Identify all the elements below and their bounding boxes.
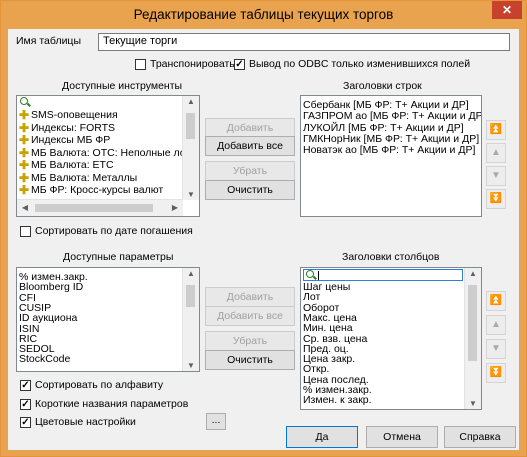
- list-item[interactable]: ✚ Индексы МБ ФР: [19, 134, 110, 147]
- title-bar[interactable]: Редактирование таблицы текущих торгов ✕: [1, 1, 526, 29]
- short-names-checkbox[interactable]: ✓: [20, 399, 31, 410]
- search-icon: [306, 270, 314, 278]
- row-headers-list[interactable]: Сбербанк [МБ ФР: Т+ Акции и ДР] ГАЗПРОМ а…: [300, 95, 482, 217]
- add-all-button[interactable]: Добавить все: [205, 136, 295, 156]
- scroll-down-icon[interactable]: ▼: [183, 361, 199, 370]
- color-settings-checkbox[interactable]: ✓: [20, 417, 31, 428]
- move-top-icon[interactable]: ⏫: [486, 120, 506, 140]
- scroll-up-icon[interactable]: ▲: [183, 269, 199, 278]
- col-move-bottom-icon[interactable]: ⏬: [486, 363, 506, 383]
- move-up-icon[interactable]: ▲: [486, 143, 506, 163]
- scroll-up-icon[interactable]: ▲: [183, 97, 199, 106]
- list-item-label: МБ Валюта: Металлы: [31, 171, 138, 184]
- list-item-label: Индексы: FORTS: [31, 121, 116, 134]
- add-button[interactable]: Добавить: [205, 118, 295, 138]
- list-item[interactable]: ✚ МБ ФР: Кросс-курсы валют: [19, 184, 163, 197]
- text-caret: [318, 271, 319, 280]
- scroll-right-icon[interactable]: ▶: [167, 203, 183, 212]
- scroll-down-icon[interactable]: ▼: [465, 399, 481, 408]
- col-move-up-icon[interactable]: ▲: [486, 315, 506, 335]
- close-icon[interactable]: ✕: [492, 1, 522, 19]
- table-name-label: Имя таблицы: [16, 35, 81, 47]
- color-settings-label: Цветовые настройки: [35, 416, 136, 428]
- search-icon: [20, 97, 28, 105]
- scroll-left-icon[interactable]: ◀: [17, 203, 33, 212]
- sort-by-date-label: Сортировать по дате погашения: [35, 225, 193, 237]
- remove-button-2[interactable]: Убрать: [205, 331, 295, 351]
- list-item[interactable]: ✚ МБ Валюта: ETC: [19, 159, 114, 172]
- list-item-label: ЛУКОЙЛ [МБ ФР: Т+ Акции и ДР]: [303, 121, 464, 134]
- list-item[interactable]: Новатэк ао [МБ ФР: Т+ Акции и ДР]: [303, 144, 475, 157]
- remove-button[interactable]: Убрать: [205, 161, 295, 181]
- list-item-label: SMS-оповещения: [31, 109, 118, 121]
- row-headers-label: Заголовки строк: [343, 80, 422, 92]
- col-move-top-icon[interactable]: ⏫: [486, 291, 506, 311]
- col-move-down-icon[interactable]: ▼: [486, 339, 506, 359]
- odbc-checkbox[interactable]: ✓: [234, 59, 245, 70]
- help-button[interactable]: Справка: [444, 426, 516, 448]
- list-item[interactable]: StockCode: [19, 353, 70, 366]
- list-item[interactable]: ✚ Индексы: FORTS: [19, 122, 115, 135]
- sort-by-date-checkbox[interactable]: [20, 226, 31, 237]
- scroll-thumb-h[interactable]: [35, 204, 153, 212]
- list-item-label: Новатэк ао [МБ ФР: Т+ Акции и ДР]: [303, 144, 476, 157]
- column-search-input[interactable]: [303, 269, 463, 281]
- scroll-down-icon[interactable]: ▼: [183, 190, 199, 199]
- expand-plus-icon[interactable]: ✚: [19, 184, 29, 197]
- sort-alpha-label: Сортировать по алфавиту: [35, 379, 164, 391]
- cancel-button[interactable]: Отмена: [366, 426, 438, 448]
- list-item[interactable]: ✚ МБ Валюта: Металлы: [19, 172, 137, 185]
- list-item-label: МБ Валюта: OTC: Неполные лоты: [31, 146, 198, 159]
- list-item-label: StockCode: [19, 353, 71, 366]
- column-headers-label: Заголовки столбцов: [342, 251, 440, 263]
- list-item[interactable]: ✚ МБ Валюта: OTC: Неполные лоты: [19, 147, 198, 160]
- list-item-label: ГМКНорНик [МБ ФР: Т+ Акции и ДР]: [303, 132, 480, 145]
- window-title: Редактирование таблицы текущих торгов: [133, 7, 394, 22]
- dialog-window: Редактирование таблицы текущих торгов ✕ …: [0, 0, 527, 457]
- column-headers-vscroll[interactable]: ▲ ▼: [464, 268, 481, 409]
- list-item[interactable]: ✚ SMS-оповещения: [19, 109, 118, 122]
- sort-alpha-checkbox[interactable]: ✓: [20, 380, 31, 391]
- odbc-label: Вывод по ODBC только изменившихся полей: [249, 58, 471, 70]
- transpose-label: Транспонировать: [150, 58, 235, 70]
- parameters-vscroll[interactable]: ▲ ▼: [182, 268, 199, 371]
- parameters-list[interactable]: % измен.закр. Bloomberg ID CFI CUSIP ID аукц…: [16, 267, 200, 372]
- instruments-search[interactable]: [17, 96, 199, 109]
- scroll-thumb[interactable]: [468, 285, 477, 361]
- instruments-label: Доступные инструменты: [62, 80, 183, 92]
- list-item-label: Индексы МБ ФР: [31, 134, 111, 146]
- move-bottom-icon[interactable]: ⏬: [486, 189, 506, 209]
- list-item-label: Измен. к закр.: [303, 394, 372, 407]
- scroll-thumb[interactable]: [186, 113, 195, 139]
- list-item-label: ГАЗПРОМ ао [МБ ФР: Т+ Акции и ДР]: [303, 110, 482, 123]
- add-button-2[interactable]: Добавить: [205, 287, 295, 307]
- add-all-button-2[interactable]: Добавить все: [205, 306, 295, 326]
- scroll-up-icon[interactable]: ▲: [465, 269, 481, 278]
- table-name-input[interactable]: Текущие торги: [98, 33, 510, 51]
- list-item-label: Сбербанк [МБ ФР: Т+ Акции и ДР]: [303, 99, 469, 111]
- move-down-icon[interactable]: ▼: [486, 166, 506, 186]
- dialog-body: Имя таблицы Текущие торги Транспонироват…: [8, 29, 519, 450]
- instruments-list[interactable]: ✚ SMS-оповещения ✚ Индексы: FORTS ✚ Индексы М…: [16, 95, 200, 217]
- list-item[interactable]: Измен. к закр.: [303, 394, 372, 407]
- clear-button[interactable]: Очистить: [205, 180, 295, 200]
- instruments-vscroll[interactable]: ▲ ▼: [182, 96, 199, 200]
- scroll-thumb[interactable]: [186, 285, 195, 307]
- transpose-checkbox[interactable]: [135, 59, 146, 70]
- short-names-label: Короткие названия параметров: [35, 398, 189, 410]
- list-item-label: МБ ФР: Кросс-курсы валют: [31, 184, 164, 196]
- clear-button-2[interactable]: Очистить: [205, 350, 295, 370]
- instruments-hscroll[interactable]: ◀ ▶: [17, 199, 183, 216]
- list-item-label: МБ Валюта: ETC: [31, 159, 114, 171]
- parameters-label: Доступные параметры: [63, 251, 174, 263]
- column-headers-list[interactable]: Шаг цены Лот Оборот Макс. цена Мин. цена Ср. …: [300, 267, 482, 410]
- color-settings-button[interactable]: ...: [206, 413, 226, 430]
- ok-button[interactable]: Да: [286, 426, 358, 448]
